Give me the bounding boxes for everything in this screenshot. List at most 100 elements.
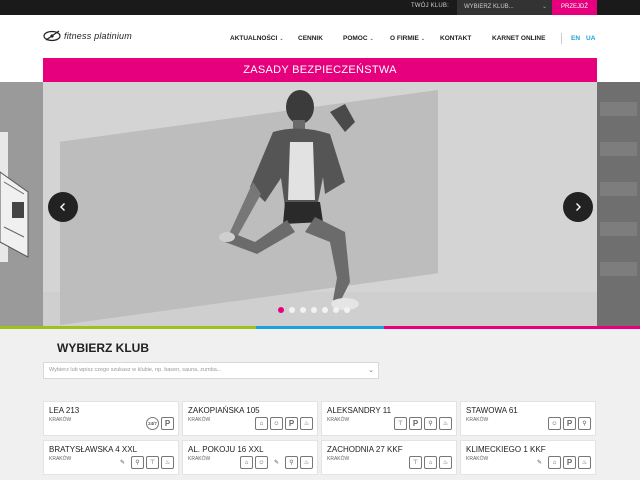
kids-icon: ☺ bbox=[548, 417, 561, 430]
hero-slider bbox=[0, 82, 640, 328]
slider-dot[interactable] bbox=[289, 307, 295, 313]
kids-icon: ☺ bbox=[270, 417, 283, 430]
cycling-icon: ⚲ bbox=[578, 417, 591, 430]
club-city: KRAKÓW bbox=[49, 456, 72, 462]
cycling-icon: ⚲ bbox=[424, 417, 437, 430]
club-name: LEA 213 bbox=[49, 406, 80, 415]
nav-divider bbox=[561, 33, 562, 44]
nav-item-online-pass[interactable]: KARNET ONLINE bbox=[492, 35, 545, 42]
gym-icon: ⊤ bbox=[394, 417, 407, 430]
chevron-down-icon: ⌄ bbox=[369, 36, 374, 42]
slider-dots bbox=[278, 307, 350, 313]
club-amenities: 24/7 P bbox=[146, 417, 174, 430]
sauna-icon: ♨ bbox=[439, 456, 452, 469]
club-select[interactable]: WYBIERZ KLUB... ⌄ bbox=[457, 0, 552, 15]
parking-icon: P bbox=[409, 417, 422, 430]
slider-dot[interactable] bbox=[322, 307, 328, 313]
lang-en[interactable]: EN bbox=[571, 35, 580, 42]
club-name: ZAKOPIAŃSKA 105 bbox=[188, 406, 260, 415]
nav-item-help[interactable]: POMOC ⌄ bbox=[343, 35, 374, 42]
parking-icon: P bbox=[563, 456, 576, 469]
chevron-right-icon bbox=[576, 203, 581, 211]
go-button[interactable]: PRZEJDŹ bbox=[552, 0, 597, 15]
slider-prev-button[interactable] bbox=[48, 192, 78, 222]
nav-item-pricing[interactable]: CENNIK bbox=[298, 35, 323, 42]
previous-slide-preview bbox=[0, 82, 43, 328]
parking-icon: P bbox=[285, 417, 298, 430]
club-amenities: ⊤ ⌂ ♨ bbox=[409, 456, 452, 469]
site-header: fitness platinium AKTUALNOŚCI ⌄ CENNIK PO… bbox=[0, 15, 640, 58]
logo[interactable]: fitness platinium bbox=[43, 28, 132, 44]
club-label: TWÓJ KLUB: bbox=[411, 3, 450, 9]
club-city: KRAKÓW bbox=[49, 417, 72, 423]
nav-item-news[interactable]: AKTUALNOŚCI ⌄ bbox=[230, 35, 284, 42]
massage-icon: ✎ bbox=[533, 456, 546, 469]
chevron-down-icon: ⌄ bbox=[420, 36, 426, 42]
athlete-image bbox=[219, 90, 359, 310]
parking-icon: P bbox=[563, 417, 576, 430]
safety-banner[interactable]: ZASADY BEZPIECZEŃSTWA bbox=[43, 58, 597, 82]
club-city: KRAKÓW bbox=[188, 417, 211, 423]
nav-item-contact[interactable]: KONTAKT bbox=[440, 35, 471, 42]
top-bar: TWÓJ KLUB: WYBIERZ KLUB... ⌄ PRZEJDŹ bbox=[0, 0, 640, 15]
club-select-value: WYBIERZ KLUB... bbox=[464, 4, 514, 10]
logo-text: fitness platinium bbox=[64, 31, 132, 41]
cycling-icon: ⚲ bbox=[285, 456, 298, 469]
club-amenities: ⌂ ☺ P ♨ bbox=[255, 417, 313, 430]
club-amenities: ⊤ P ⚲ ♨ bbox=[394, 417, 452, 430]
slider-dot[interactable] bbox=[333, 307, 339, 313]
massage-icon: ✎ bbox=[270, 456, 283, 469]
club-city: KRAKÓW bbox=[466, 417, 489, 423]
club-name: BRATYSŁAWSKA 4 XXL bbox=[49, 445, 138, 454]
newspaper-icon bbox=[0, 132, 29, 262]
slider-dot[interactable] bbox=[344, 307, 350, 313]
lang-ua[interactable]: UA bbox=[586, 35, 595, 42]
club-card[interactable]: BRATYSŁAWSKA 4 XXL KRAKÓW ✎ ⚲ ⊤ ♨ bbox=[43, 440, 179, 475]
chevron-left-icon bbox=[60, 203, 65, 211]
parking-icon: P bbox=[161, 417, 174, 430]
slider-next-button[interactable] bbox=[563, 192, 593, 222]
sauna-icon: ♨ bbox=[578, 456, 591, 469]
next-slide-preview bbox=[597, 82, 640, 328]
slider-dot[interactable] bbox=[278, 307, 284, 313]
club-card[interactable]: AL. POKOJU 16 XXL KRAKÓW ⌂ ☺ ✎ ⚲ ♨ bbox=[182, 440, 318, 475]
slider-dot[interactable] bbox=[311, 307, 317, 313]
24-7-icon: 24/7 bbox=[146, 417, 159, 430]
club-amenities: ⌂ ☺ ✎ ⚲ ♨ bbox=[240, 456, 313, 469]
club-name: ALEKSANDRY 11 bbox=[327, 406, 392, 415]
gym-icon: ⊤ bbox=[146, 456, 159, 469]
club-name: ZACHODNIA 27 KKF bbox=[327, 445, 403, 454]
club-card[interactable]: ZACHODNIA 27 KKF KRAKÓW ⊤ ⌂ ♨ bbox=[321, 440, 457, 475]
chevron-down-icon: ⌄ bbox=[368, 367, 374, 374]
club-card[interactable]: ALEKSANDRY 11 KRAKÓW ⊤ P ⚲ ♨ bbox=[321, 401, 457, 436]
club-amenities: ✎ ⚲ ⊤ ♨ bbox=[116, 456, 174, 469]
nav-item-about[interactable]: O FIRMIE ⌄ bbox=[390, 35, 425, 42]
search-placeholder: Wybierz lub wpisz czego szukasz w klubie… bbox=[49, 367, 222, 373]
kids-icon: ☺ bbox=[255, 456, 268, 469]
cycling-icon: ⚲ bbox=[131, 456, 144, 469]
chevron-down-icon: ⌄ bbox=[541, 4, 547, 10]
club-card[interactable]: STAWOWA 61 KRAKÓW ☺ P ⚲ bbox=[460, 401, 596, 436]
sauna-icon: ♨ bbox=[161, 456, 174, 469]
slider-dot[interactable] bbox=[300, 307, 306, 313]
club-name: STAWOWA 61 bbox=[466, 406, 518, 415]
club-amenities: ✎ ⌂ P ♨ bbox=[533, 456, 591, 469]
kids-room-icon: ⌂ bbox=[240, 456, 253, 469]
gym-icon: ⊤ bbox=[409, 456, 422, 469]
section-title: WYBIERZ KLUB bbox=[57, 341, 149, 355]
kids-room-icon: ⌂ bbox=[255, 417, 268, 430]
club-name: AL. POKOJU 16 XXL bbox=[188, 445, 264, 454]
club-city: KRAKÓW bbox=[188, 456, 211, 462]
club-city: KRAKÓW bbox=[327, 417, 350, 423]
club-city: KRAKÓW bbox=[466, 456, 489, 462]
club-search-input[interactable]: Wybierz lub wpisz czego szukasz w klubie… bbox=[43, 362, 379, 379]
logo-icon bbox=[43, 30, 61, 42]
club-name: KLIMECKIEGO 1 KKF bbox=[466, 445, 546, 454]
chevron-down-icon: ⌄ bbox=[279, 36, 284, 42]
sauna-icon: ♨ bbox=[300, 456, 313, 469]
sauna-icon: ♨ bbox=[439, 417, 452, 430]
club-card[interactable]: LEA 213 KRAKÓW 24/7 P bbox=[43, 401, 179, 436]
club-card[interactable]: KLIMECKIEGO 1 KKF KRAKÓW ✎ ⌂ P ♨ bbox=[460, 440, 596, 475]
club-card[interactable]: ZAKOPIAŃSKA 105 KRAKÓW ⌂ ☺ P ♨ bbox=[182, 401, 318, 436]
club-city: KRAKÓW bbox=[327, 456, 350, 462]
